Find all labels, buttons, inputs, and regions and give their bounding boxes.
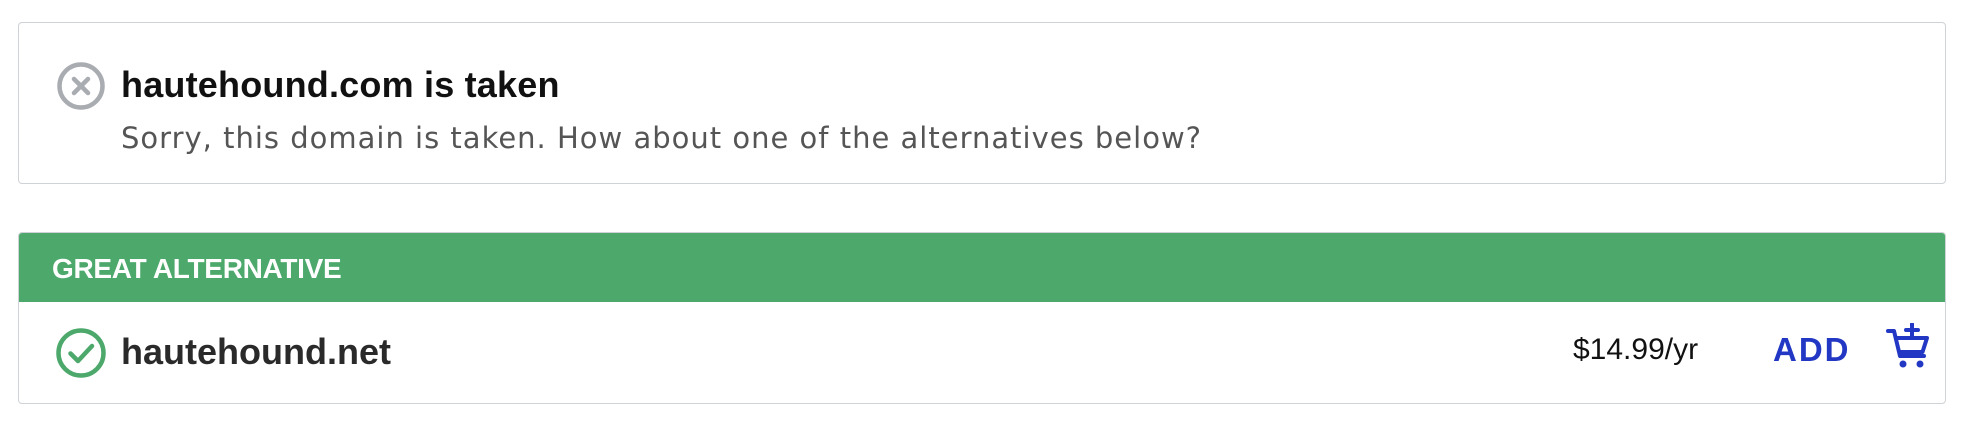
banner-label: GREAT ALTERNATIVE xyxy=(52,253,342,284)
cart-plus-icon xyxy=(1886,323,1929,368)
taken-message: Sorry, this domain is taken. How about o… xyxy=(121,121,1203,155)
add-label: ADD xyxy=(1773,331,1851,368)
alternative-domain: hautehound.net xyxy=(121,331,391,372)
taken-title: hautehound.com is taken xyxy=(121,64,560,105)
alternative-banner: GREAT ALTERNATIVE xyxy=(19,233,1945,302)
check-circle-icon xyxy=(56,328,106,378)
add-to-cart-button[interactable]: ADD xyxy=(1771,319,1931,379)
x-circle-icon xyxy=(57,62,105,110)
domain-taken-card: hautehound.com is taken Sorry, this doma… xyxy=(18,22,1946,184)
alternative-card: GREAT ALTERNATIVE hautehound.net $14.99/… xyxy=(18,232,1946,404)
alternative-price: $14.99/yr xyxy=(1573,333,1699,366)
